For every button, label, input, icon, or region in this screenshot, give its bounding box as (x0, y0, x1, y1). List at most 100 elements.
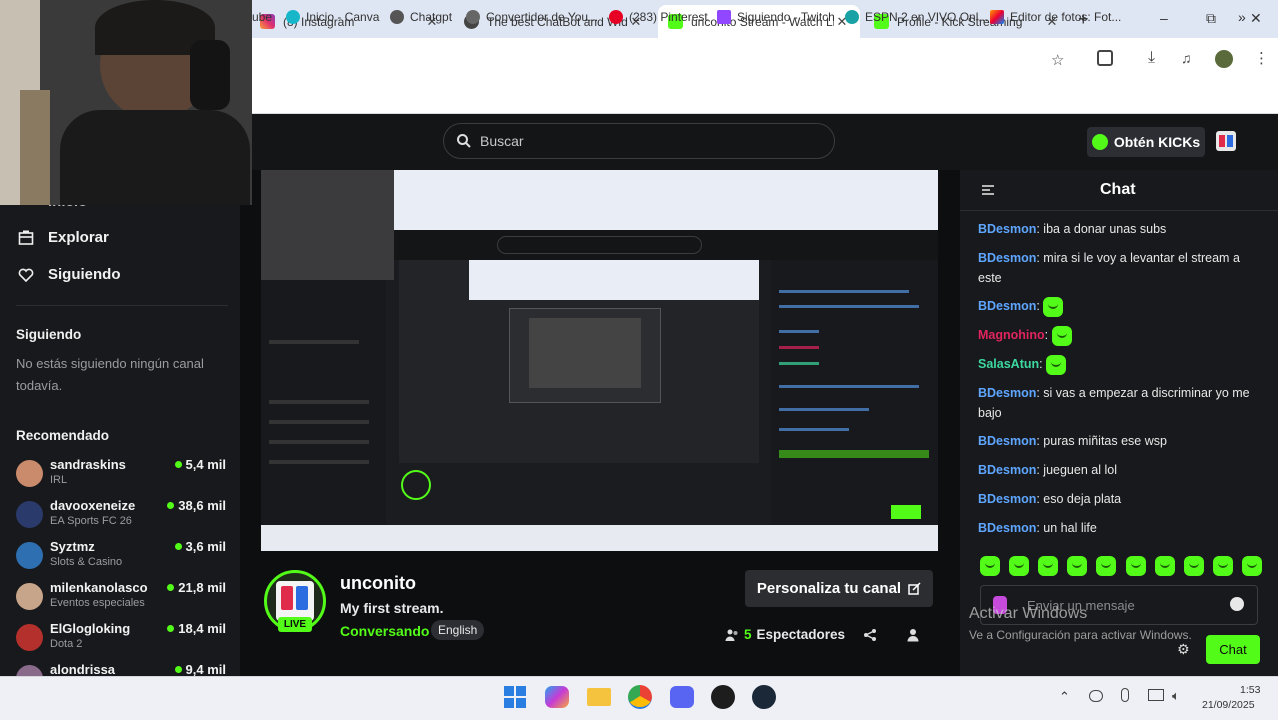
chat-username[interactable]: BDesmon (978, 492, 1036, 506)
clock-date[interactable]: 21/09/2025 (1202, 699, 1255, 711)
chat-username[interactable]: BDesmon (978, 299, 1036, 313)
bookmark-item[interactable]: ESPN 2 en VIVO Onl... (845, 7, 988, 27)
customize-channel-button[interactable]: Personaliza tu canal (745, 570, 933, 607)
emote-icon[interactable] (1125, 556, 1146, 576)
gear-icon[interactable]: ⚙ (1177, 641, 1190, 658)
bookmark-label: Convertidor de You... (486, 10, 599, 24)
viewer-count: 21,8 mil (167, 580, 226, 595)
get-kicks-button[interactable]: Obtén KICKs (1087, 127, 1205, 157)
search-icon (457, 134, 471, 148)
emote-icon[interactable] (1096, 556, 1117, 576)
obs-icon[interactable] (711, 685, 735, 709)
emote-icon[interactable] (1038, 556, 1059, 576)
bookmark-item[interactable]: Editor de fotos: Fot... (990, 7, 1121, 27)
chatgpt-icon (390, 10, 404, 24)
emote-icon[interactable] (1009, 556, 1030, 576)
channel-name[interactable]: unconito (340, 573, 416, 594)
collapse-chat-icon[interactable] (981, 183, 995, 197)
chat-message: BDesmon: puras miñitas ese wsp (978, 434, 1167, 448)
emoji-icon[interactable] (1230, 597, 1244, 611)
chat-username[interactable]: SalasAtun (978, 357, 1039, 371)
minimize-button[interactable]: – (1160, 10, 1168, 26)
search-input[interactable]: Buscar (443, 123, 835, 159)
sidebar-item-explore[interactable]: Explorar (18, 229, 109, 246)
emote-icon[interactable] (1154, 556, 1175, 576)
chat-username[interactable]: BDesmon (978, 386, 1036, 400)
customize-label: Personaliza tu canal (756, 580, 902, 597)
channel-category: Dota 2 (50, 638, 83, 650)
divider (960, 210, 1278, 211)
cloud-icon[interactable] (1089, 690, 1103, 702)
recommended-channel[interactable]: alondrissa 9,4 mil (16, 662, 226, 676)
stream-category[interactable]: Conversando (340, 623, 429, 639)
chat-message: SalasAtun: (978, 354, 1260, 375)
live-dot-icon (167, 625, 175, 632)
user-avatar[interactable] (1216, 131, 1236, 151)
bookmark-item[interactable]: ube (252, 7, 272, 27)
copilot-icon[interactable] (545, 686, 569, 708)
network-icon[interactable] (1148, 689, 1164, 701)
recommended-channel[interactable]: davooxeneize EA Sports FC 26 38,6 mil (16, 498, 226, 532)
bookmark-item[interactable]: (283) Pinterest (609, 7, 708, 27)
recommended-channel[interactable]: ElGlogloking Dota 2 18,4 mil (16, 621, 226, 655)
chat-username[interactable]: BDesmon (978, 521, 1036, 535)
media-icon[interactable]: ♫ (1181, 50, 1192, 66)
star-icon[interactable]: ☆ (1051, 51, 1064, 69)
discord-icon[interactable] (670, 686, 694, 708)
profile-avatar[interactable] (1215, 50, 1233, 68)
bookmark-label: Inicio - Canva (306, 10, 380, 24)
bookmark-item[interactable]: Siguiendo - Twitch (717, 7, 835, 27)
bookmark-item[interactable]: Chatgpt (390, 7, 452, 27)
bookmark-item[interactable]: Inicio - Canva (286, 7, 379, 27)
external-link-icon (908, 582, 921, 595)
bookmark-label: Siguiendo - Twitch (737, 10, 835, 24)
chevron-up-icon[interactable]: ⌃ (1059, 689, 1070, 705)
maximize-button[interactable]: ⧉ (1206, 10, 1216, 27)
chat-send-button[interactable]: Chat (1206, 635, 1260, 664)
file-explorer-icon[interactable] (587, 688, 611, 706)
chat-title: Chat (1100, 181, 1136, 198)
recommended-channel[interactable]: milenkanolasco Eventos especiales 21,8 m… (16, 580, 226, 614)
chrome-icon[interactable] (628, 685, 652, 709)
divider (16, 305, 228, 306)
viewer-count-display: 5 Espectadores (725, 627, 845, 642)
viewer-count: 9,4 mil (174, 662, 226, 676)
bookmark-item[interactable]: Convertidor de You... (466, 7, 598, 27)
chat-username[interactable]: BDesmon (978, 434, 1036, 448)
sidebar-item-following[interactable]: Siguiendo (18, 266, 121, 283)
close-window-button[interactable]: ✕ (1250, 10, 1262, 27)
speaker-icon[interactable]: 🔈︎ (1172, 688, 1180, 704)
chat-username[interactable]: BDesmon (978, 251, 1036, 265)
clock-time[interactable]: 1:53 (1240, 684, 1260, 696)
download-icon[interactable]: ⤓ (1148, 49, 1155, 67)
explore-icon (18, 230, 34, 245)
microphone-icon[interactable] (1121, 688, 1129, 702)
live-dot-icon (174, 666, 182, 673)
chat-message-text: eso deja plata (1043, 492, 1122, 506)
channel-name: Syztmz (50, 539, 95, 554)
steam-icon[interactable] (752, 685, 776, 709)
emote-icon[interactable] (1183, 556, 1204, 576)
recommended-channel[interactable]: Syztmz Slots & Casino 3,6 mil (16, 539, 226, 573)
bookmarks-more-button[interactable]: » (1238, 7, 1246, 27)
emote-icon[interactable] (1212, 556, 1233, 576)
get-kicks-label: Obtén KICKs (1113, 134, 1201, 150)
captured-chat (771, 260, 938, 525)
manage-user-icon[interactable] (907, 628, 921, 642)
chat-username[interactable]: BDesmon (978, 222, 1036, 236)
viewer-count: 5,4 mil (174, 457, 226, 472)
windows-start-icon[interactable] (504, 686, 526, 708)
language-tag[interactable]: English (431, 620, 485, 640)
recommended-channel[interactable]: sandraskins IRL 5,4 mil (16, 457, 226, 491)
chat-username[interactable]: Magnohino (978, 328, 1045, 342)
extensions-icon[interactable] (1097, 50, 1113, 66)
emote-icon[interactable] (1067, 556, 1088, 576)
live-dot-icon (167, 584, 175, 591)
emote-icon[interactable] (980, 556, 1000, 576)
menu-icon[interactable]: ⋮ (1254, 49, 1269, 67)
chat-username[interactable]: BDesmon (978, 463, 1036, 477)
espn-icon (845, 10, 859, 24)
emote-icon[interactable] (1241, 556, 1262, 576)
video-player[interactable] (261, 170, 938, 551)
share-icon[interactable] (863, 628, 877, 642)
